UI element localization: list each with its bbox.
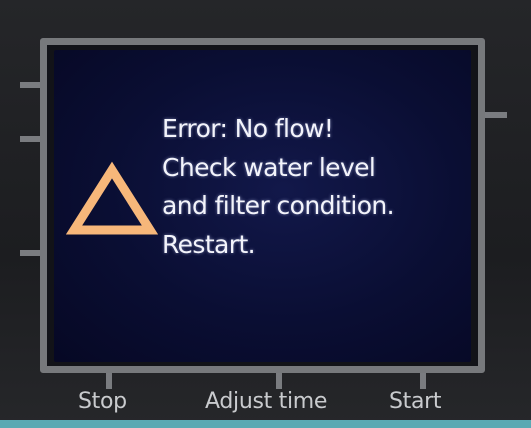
side-key-left-2[interactable] [20,136,40,142]
side-key-left-3[interactable] [20,250,40,256]
error-line-1: Error: No flow! [162,114,334,143]
side-key-left-1[interactable] [20,82,40,88]
side-key-right-1[interactable] [485,112,507,118]
accent-strip [0,420,531,428]
error-line-2: Check water level [162,152,376,182]
device-panel: Error: No flow! Check water level and fi… [0,0,531,428]
start-button-tick [420,373,426,389]
stop-button[interactable]: Stop [78,389,127,414]
error-line-3: and filter condition. [162,191,395,220]
adjust-time-button-tick [276,373,282,389]
stop-button-tick [106,373,112,389]
error-line-4: Restart. [162,229,256,259]
error-message: Error: No flow! Check water level and fi… [162,110,395,264]
adjust-time-button[interactable]: Adjust time [205,389,327,414]
start-button[interactable]: Start [389,389,442,414]
warning-triangle-icon [66,161,158,235]
